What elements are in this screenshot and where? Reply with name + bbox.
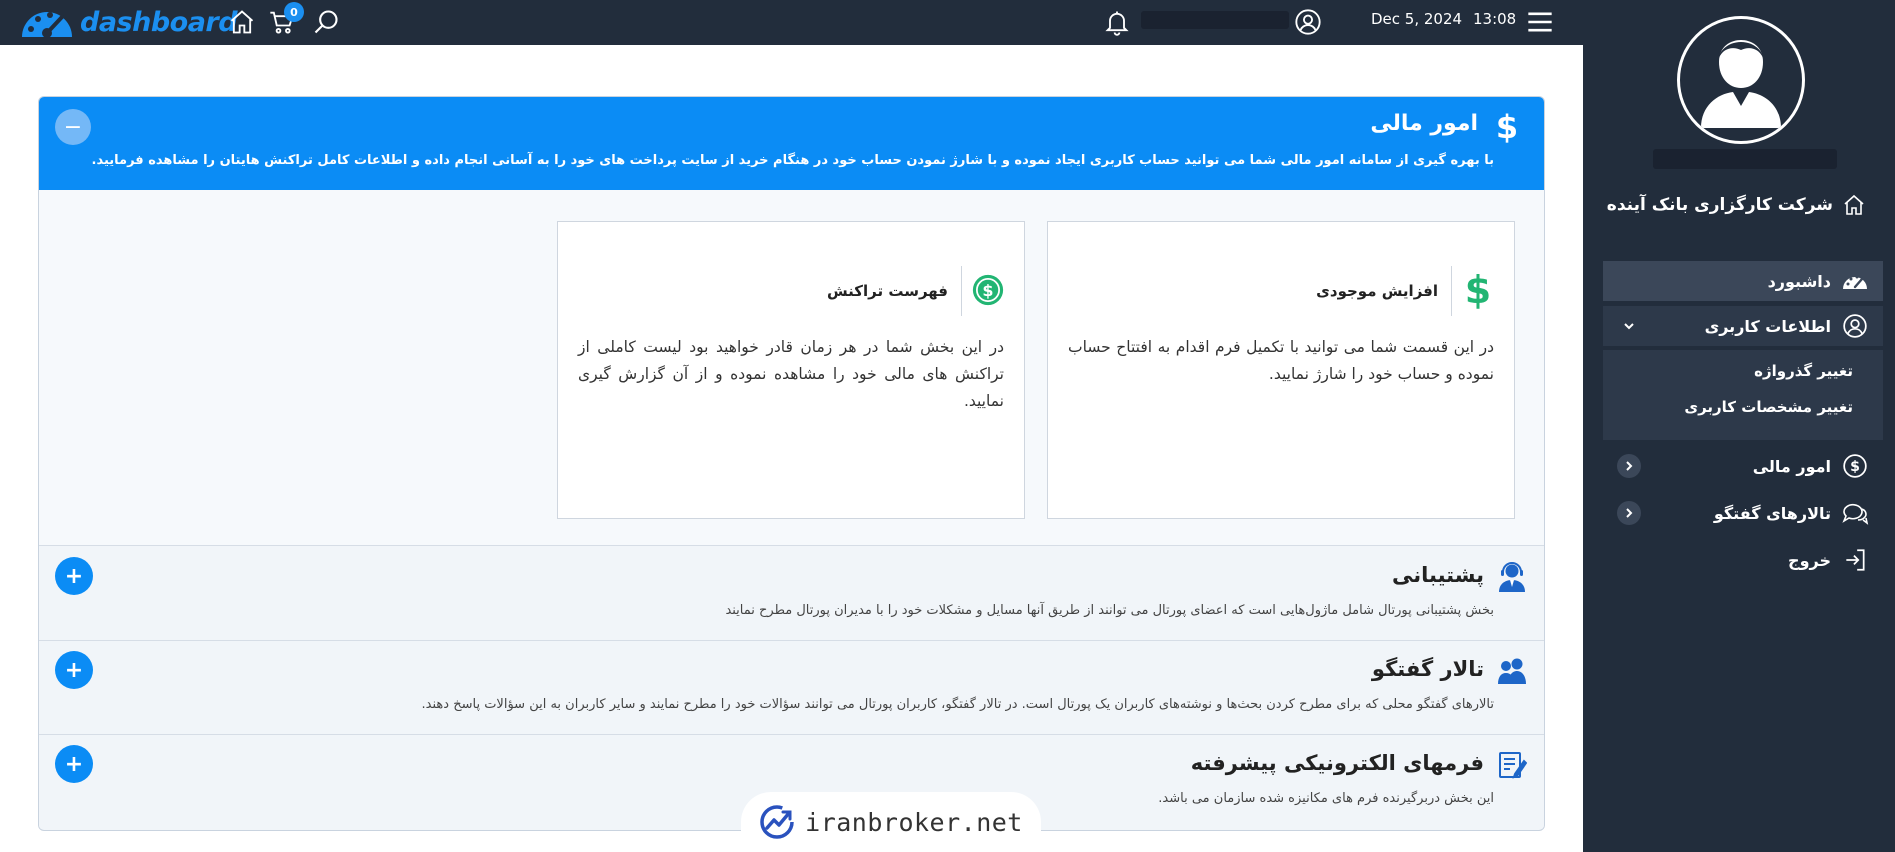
cart-count-badge: 0 bbox=[284, 2, 304, 22]
iranbroker-logo-icon bbox=[760, 805, 794, 839]
section-title: فرمهای الکترونیکی پیشرفته bbox=[1190, 751, 1484, 775]
avatar[interactable] bbox=[1677, 16, 1805, 144]
current-time: 13:08 bbox=[1473, 10, 1517, 28]
sidebar-item-user-info[interactable]: اطلاعات کاربری bbox=[1603, 306, 1883, 346]
section-title: پشتیبانی bbox=[1392, 563, 1484, 587]
card-divider bbox=[1451, 266, 1452, 316]
sidebar: شرکت کارگزاری بانک آینده داشبورد اطلاعات… bbox=[1583, 0, 1895, 852]
current-date: Dec 5, 2024 bbox=[1371, 10, 1463, 28]
card-description: در این بخش شما در هر زمان قادر خواهید بو… bbox=[578, 338, 1004, 410]
home-icon[interactable] bbox=[226, 6, 258, 38]
sidebar-item-label: امور مالی bbox=[1752, 456, 1831, 476]
sidebar-item-logout[interactable]: خروج bbox=[1603, 540, 1883, 580]
speedometer-icon bbox=[1841, 267, 1869, 295]
support-agent-icon bbox=[1496, 561, 1528, 593]
section-title: تالار گفتگو bbox=[1371, 657, 1484, 681]
brand-text: dashboard bbox=[80, 6, 238, 38]
card-transaction-list[interactable]: $ فهرست تراکنش در این بخش شما در هر زمان… bbox=[557, 221, 1025, 519]
sidebar-item-label: خروج bbox=[1788, 550, 1831, 570]
user-circle-icon bbox=[1841, 312, 1869, 340]
svg-text:$: $ bbox=[1850, 459, 1860, 475]
sidebar-item-finance[interactable]: $ امور مالی bbox=[1603, 446, 1883, 486]
dollar-icon: $ bbox=[1492, 110, 1522, 144]
expand-button[interactable]: + bbox=[55, 557, 93, 595]
user-info-submenu: تغییر گذرواژه تغییر مشخصات کاربری bbox=[1603, 350, 1883, 440]
card-title: فهرست تراکنش bbox=[826, 282, 948, 300]
watermark: iranbroker.net bbox=[741, 792, 1041, 852]
svg-text:$: $ bbox=[1496, 110, 1518, 144]
company-name: شرکت کارگزاری بانک آینده bbox=[1603, 190, 1867, 220]
finance-panel-header: $ امور مالی با بهره گیری از سامانه امور … bbox=[39, 97, 1544, 190]
collapse-button[interactable]: − bbox=[55, 109, 91, 145]
brand[interactable]: dashboard bbox=[18, 2, 238, 42]
expand-button[interactable]: + bbox=[55, 651, 93, 689]
dollar-circle-icon: $ bbox=[972, 268, 1004, 312]
top-bar: dashboard 0 Dec 5, 2024 13:08 bbox=[0, 0, 1583, 45]
expand-button[interactable]: + bbox=[55, 745, 93, 783]
card-description: در این قسمت شما می توانید با تکمیل فرم ا… bbox=[1068, 338, 1494, 383]
user-avatar-icon bbox=[1701, 40, 1781, 128]
card-divider bbox=[961, 266, 962, 316]
watermark-text: iranbroker.net bbox=[805, 807, 1023, 837]
company-name-text: شرکت کارگزاری بانک آینده bbox=[1606, 195, 1833, 215]
chevron-down-icon[interactable] bbox=[1617, 314, 1641, 338]
sidebar-item-label: داشبورد bbox=[1767, 271, 1831, 291]
dollar-icon: $ bbox=[1462, 268, 1494, 312]
cart-icon[interactable]: 0 bbox=[266, 2, 304, 38]
sidebar-item-forums[interactable]: تالارهای گفتگو bbox=[1603, 493, 1883, 533]
finance-panel-title: امور مالی bbox=[1370, 111, 1478, 136]
submenu-change-password[interactable]: تغییر گذرواژه bbox=[1754, 362, 1853, 380]
users-group-icon bbox=[1496, 655, 1528, 687]
section-description: این بخش دربرگیرنده فرم های مکانیزه شده س… bbox=[1158, 791, 1494, 806]
user-circle-icon[interactable] bbox=[1292, 6, 1324, 38]
svg-text:$: $ bbox=[982, 281, 993, 300]
section-description: بخش پشتیبانی پورتال شامل ماژول‌هایی است … bbox=[725, 603, 1494, 618]
chevron-right-icon[interactable] bbox=[1617, 454, 1641, 478]
submenu-change-profile[interactable]: تغییر مشخصات کاربری bbox=[1684, 398, 1853, 416]
chat-bubbles-icon bbox=[1841, 499, 1869, 527]
speedometer-logo-icon bbox=[22, 12, 72, 38]
home-icon bbox=[1841, 190, 1867, 220]
section-description: تالارهای گفتگو محلی که برای مطرح کردن بح… bbox=[421, 697, 1494, 712]
bell-icon[interactable] bbox=[1101, 6, 1133, 38]
card-increase-balance[interactable]: $ افزایش موجودی در این قسمت شما می توانی… bbox=[1047, 221, 1515, 519]
section-forum: تالار گفتگو تالارهای گفتگو محلی که برای … bbox=[39, 641, 1544, 735]
redacted-user-name bbox=[1653, 149, 1837, 169]
sidebar-item-label: اطلاعات کاربری bbox=[1704, 316, 1831, 336]
main-panel: $ امور مالی با بهره گیری از سامانه امور … bbox=[38, 96, 1545, 831]
search-icon[interactable] bbox=[310, 6, 342, 38]
section-support: پشتیبانی بخش پشتیبانی پورتال شامل ماژول‌… bbox=[39, 547, 1544, 641]
logout-icon bbox=[1841, 546, 1869, 574]
sidebar-item-label: تالارهای گفتگو bbox=[1713, 503, 1831, 523]
redacted-username bbox=[1141, 11, 1289, 29]
svg-text:$: $ bbox=[1465, 270, 1491, 310]
dollar-circle-icon: $ bbox=[1841, 452, 1869, 480]
finance-panel-description: با بهره گیری از سامانه امور مالی شما می … bbox=[91, 153, 1494, 168]
card-title: افزایش موجودی bbox=[1316, 282, 1438, 300]
chevron-right-icon[interactable] bbox=[1617, 501, 1641, 525]
hamburger-menu-icon[interactable] bbox=[1522, 6, 1558, 38]
form-edit-icon bbox=[1496, 749, 1528, 781]
sidebar-item-dashboard[interactable]: داشبورد bbox=[1603, 261, 1883, 301]
